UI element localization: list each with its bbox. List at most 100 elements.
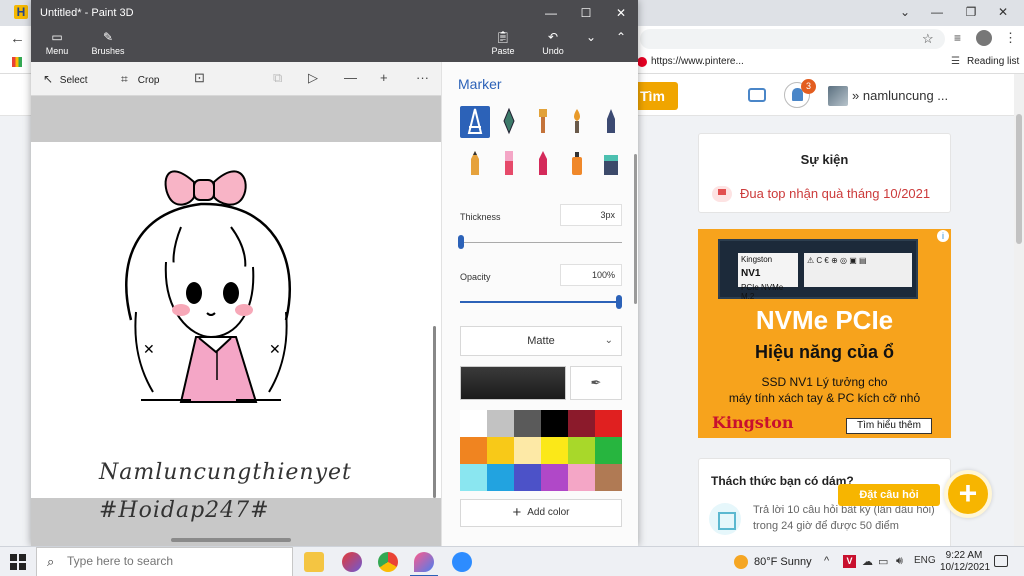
color-swatch[interactable]: [514, 410, 541, 437]
horizontal-scrollbar[interactable]: [171, 538, 291, 542]
page-scrollbar[interactable]: [1014, 74, 1024, 546]
zoom-in-icon[interactable]: +: [380, 70, 388, 85]
color-swatch[interactable]: [514, 464, 541, 491]
close-icon[interactable]: ✕: [609, 4, 633, 22]
minimize-icon[interactable]: —: [539, 4, 563, 22]
color-swatch[interactable]: [595, 464, 622, 491]
color-swatch[interactable]: [541, 410, 568, 437]
crop-tool[interactable]: ⌗ Crop: [121, 72, 159, 87]
avatar[interactable]: [828, 86, 848, 106]
color-swatch[interactable]: [568, 437, 595, 464]
ad-learn-more-button[interactable]: Tìm hiểu thêm: [846, 418, 932, 434]
zoom-icon[interactable]: [452, 552, 472, 572]
brushes-button[interactable]: ✎ Brushes: [87, 26, 129, 62]
add-color-button[interactable]: + Add color: [460, 499, 622, 527]
search-button[interactable]: Tìm: [638, 82, 678, 110]
color-swatch[interactable]: [568, 464, 595, 491]
spray-can-brush[interactable]: [562, 148, 592, 180]
color-swatch[interactable]: [568, 410, 595, 437]
back-arrow-icon[interactable]: ←: [10, 30, 25, 47]
panel-scrollbar[interactable]: [634, 154, 637, 304]
star-icon[interactable]: ☆: [922, 31, 934, 47]
profile-icon[interactable]: [976, 30, 992, 46]
more-vert-icon[interactable]: ⋮: [1004, 30, 1017, 46]
more-icon[interactable]: ···: [416, 70, 429, 85]
apps-icon[interactable]: [12, 57, 22, 67]
file-explorer-icon[interactable]: [304, 552, 324, 572]
minimize-icon[interactable]: —: [922, 3, 952, 21]
eyedropper-button[interactable]: ✒: [570, 366, 622, 400]
windows-start-icon[interactable]: [10, 554, 26, 570]
calligraphy-pen-brush[interactable]: [494, 106, 524, 138]
paint3d-icon[interactable]: [410, 552, 438, 576]
thickness-slider-track[interactable]: [460, 242, 622, 243]
url-field[interactable]: [640, 29, 945, 49]
color-swatch[interactable]: [541, 464, 568, 491]
pixel-pen-brush[interactable]: [596, 106, 626, 138]
color-swatch[interactable]: [487, 410, 514, 437]
maximize-icon[interactable]: ☐: [574, 4, 598, 22]
thickness-slider-thumb[interactable]: [457, 235, 464, 249]
opacity-input[interactable]: 100%: [560, 264, 622, 286]
network-icon[interactable]: ▭: [878, 555, 888, 568]
view-3d-icon[interactable]: ▷: [308, 70, 318, 86]
notification-button[interactable]: 3: [784, 79, 816, 108]
magic-select-icon[interactable]: ⊡: [194, 70, 205, 86]
chevron-down-icon[interactable]: ⌄: [890, 3, 920, 21]
workspace-scrollbar[interactable]: [433, 326, 436, 498]
taskbar-search-input[interactable]: [67, 554, 277, 568]
watercolor-brush[interactable]: [562, 106, 592, 138]
weather-text[interactable]: 80°F Sunny: [754, 556, 812, 568]
clock-time[interactable]: 9:22 AM: [944, 550, 984, 561]
volume-icon[interactable]: 🔊︎: [896, 555, 903, 568]
eraser-brush[interactable]: [494, 148, 524, 180]
paint-app-icon[interactable]: [342, 552, 362, 572]
color-swatch[interactable]: [541, 437, 568, 464]
close-icon[interactable]: ✕: [988, 3, 1018, 21]
taskbar-search[interactable]: ⌕: [36, 547, 293, 576]
fill-bucket-brush[interactable]: [596, 148, 626, 180]
language-indicator[interactable]: ENG: [914, 555, 936, 566]
event-link[interactable]: Đua top nhận quà tháng 10/2021: [740, 186, 930, 201]
restore-icon[interactable]: ❐: [956, 3, 986, 21]
chat-icon[interactable]: [748, 88, 766, 102]
color-swatch[interactable]: [487, 464, 514, 491]
username[interactable]: » namluncung ...: [852, 88, 948, 103]
tray-overflow-icon[interactable]: ^: [824, 555, 829, 567]
menu-button[interactable]: ▭ Menu: [39, 26, 75, 62]
zoom-out-icon[interactable]: —: [344, 70, 357, 85]
current-color-swatch[interactable]: [460, 366, 566, 400]
color-swatch[interactable]: [460, 464, 487, 491]
paste-button[interactable]: 📋︎ Paste: [485, 26, 521, 62]
undo-button[interactable]: ↶ Undo: [535, 26, 571, 62]
ask-question-button[interactable]: +: [944, 470, 992, 518]
select-tool[interactable]: ↖ Select: [43, 72, 88, 86]
hoidap-favicon-icon[interactable]: H: [14, 5, 28, 19]
reading-list-link[interactable]: Reading list: [967, 56, 1019, 67]
color-swatch[interactable]: [487, 437, 514, 464]
chrome-icon[interactable]: [378, 552, 398, 572]
action-center-icon[interactable]: [994, 555, 1008, 567]
ad-info-icon[interactable]: i: [937, 230, 949, 242]
color-swatch[interactable]: [460, 410, 487, 437]
onedrive-icon[interactable]: ☁: [862, 555, 873, 568]
color-swatch[interactable]: [514, 437, 541, 464]
finish-dropdown[interactable]: Matte ⌄: [460, 326, 622, 356]
reading-list-icon[interactable]: ≡: [954, 31, 961, 45]
color-swatch[interactable]: [460, 437, 487, 464]
clock-date[interactable]: 10/12/2021: [940, 562, 990, 573]
pencil-brush[interactable]: [460, 148, 490, 180]
crayon-brush[interactable]: [528, 148, 558, 180]
thickness-input[interactable]: 3px: [560, 204, 622, 226]
collapse-ribbon-button[interactable]: ⌃: [609, 26, 633, 62]
bookmark-pinterest[interactable]: https://www.pintere...: [651, 56, 744, 67]
opacity-slider-thumb[interactable]: [616, 295, 622, 309]
oil-brush[interactable]: [528, 106, 558, 138]
kingston-ad[interactable]: i Kingston NV1 PCIe NVMe M.2 ⚠ C € ⊕ ◎ ▣…: [698, 229, 951, 438]
marker-brush[interactable]: [460, 106, 490, 138]
opacity-slider-fill[interactable]: [460, 301, 622, 303]
drawing-canvas[interactable]: ✕ ✕ Namluncungthienyet #Hoidap247#: [31, 142, 441, 523]
more-options-button[interactable]: ⌄: [581, 26, 601, 62]
color-swatch[interactable]: [595, 437, 622, 464]
antivirus-icon[interactable]: V: [843, 555, 856, 568]
